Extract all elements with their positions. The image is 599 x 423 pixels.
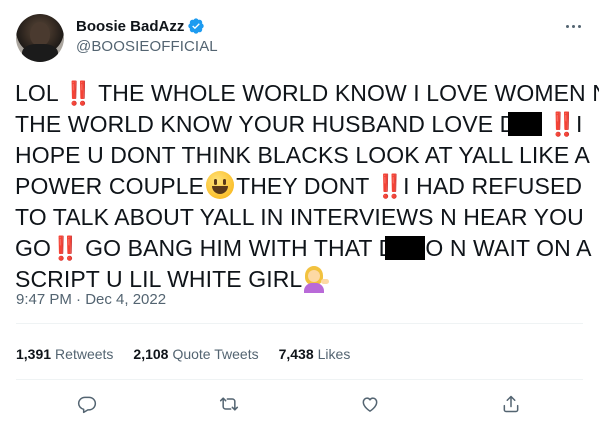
text-segment: THEY DONT	[236, 173, 376, 199]
author-handle[interactable]: @BOOSIEOFFICIAL	[76, 38, 218, 55]
text-segment: THE WORLD KNOW YOUR HUSBAND LOVE D	[15, 111, 517, 137]
likes-stat[interactable]: 7,438 Likes	[279, 346, 351, 362]
tweet-text: LOL ‼️ THE WHOLE WORLD KNOW I LOVE WOMEN…	[15, 78, 599, 295]
tweet-line: HOPE U DONT THINK BLACKS LOOK AT YALL LI…	[15, 140, 593, 171]
verified-badge-icon	[187, 17, 205, 35]
emoji-body	[304, 283, 325, 293]
avatar-face	[30, 22, 50, 46]
likes-label: Likes	[317, 346, 351, 362]
reply-button[interactable]	[73, 390, 101, 418]
tweet-line: LOL ‼️ THE WHOLE WORLD KNOW I LOVE WOMEN…	[15, 78, 599, 109]
quote-tweets-stat[interactable]: 2,108 Quote Tweets	[133, 346, 258, 362]
double-exclamation-emoji: ‼️	[548, 111, 577, 137]
text-segment: SCRIPT U LIL WHITE GIRL	[15, 266, 303, 292]
quotes-label: Quote Tweets	[172, 346, 259, 362]
action-bar	[0, 390, 599, 418]
likes-count: 7,438	[278, 346, 314, 362]
person-tipping-hand-emoji	[302, 265, 330, 293]
share-icon	[503, 395, 519, 413]
text-segment: TO TALK ABOUT YALL IN INTERVIEWS N HEAR …	[15, 204, 584, 230]
retweets-stat[interactable]: 1,391 Retweets	[16, 346, 113, 362]
avatar[interactable]	[16, 14, 64, 62]
double-exclamation-emoji: ‼️	[50, 235, 80, 261]
double-exclamation-emoji: ‼️	[64, 80, 93, 106]
text-segment: THE WHOLE WORLD KNOW I LOVE WOMEN N	[92, 80, 599, 106]
quotes-count: 2,108	[133, 346, 169, 362]
tweet-line: TO TALK ABOUT YALL IN INTERVIEWS N HEAR …	[15, 202, 593, 233]
text-segment: I HAD REFUSED	[403, 173, 583, 199]
redaction-bar	[508, 112, 543, 136]
text-segment: I	[576, 111, 583, 137]
reply-icon	[77, 396, 97, 414]
avatar-shirt	[22, 44, 58, 62]
emoji-hand	[321, 279, 330, 284]
text-segment: GO BANG HIM WITH THAT D	[78, 235, 396, 261]
tweet-line: THE WORLD KNOW YOUR HUSBAND LOVE D ‼️I	[15, 109, 593, 140]
like-icon	[362, 397, 378, 412]
text-segment: POWER COUPLE	[15, 173, 205, 199]
text-segment: O N WAIT ON A	[425, 235, 592, 261]
divider	[16, 379, 583, 380]
text-segment: LOL	[15, 80, 65, 106]
tweet-timestamp[interactable]: 9:47 PM · Dec 4, 2022	[16, 291, 166, 308]
retweet-icon	[219, 397, 239, 411]
more-dot	[571, 24, 575, 28]
more-options-icon[interactable]	[560, 16, 586, 36]
grinning-face-emoji	[206, 171, 235, 199]
text-segment: GO	[15, 235, 51, 261]
more-dot	[565, 24, 569, 28]
retweets-label: Retweets	[55, 346, 114, 362]
divider	[16, 323, 583, 324]
engagement-stats: 1,391 Retweets 2,108 Quote Tweets 7,438 Lik…	[16, 344, 370, 364]
double-exclamation-emoji: ‼️	[375, 173, 405, 199]
text-segment: HOPE U DONT THINK BLACKS LOOK AT YALL LI…	[15, 142, 590, 168]
share-button[interactable]	[497, 390, 525, 418]
like-button[interactable]	[356, 390, 384, 418]
tweet-card: Boosie BadAzz @BOOSIEOFFICIAL LOL ‼️ THE…	[0, 0, 599, 423]
redaction-bar	[385, 236, 426, 260]
tweet-line: GO‼️ GO BANG HIM WITH THAT D O N WAIT ON …	[15, 233, 593, 264]
retweet-button[interactable]	[215, 390, 243, 418]
more-dot	[577, 24, 581, 28]
retweets-count: 1,391	[16, 346, 52, 362]
author-display-name[interactable]: Boosie BadAzz	[76, 18, 184, 35]
author-name-row[interactable]: Boosie BadAzz	[76, 16, 205, 36]
tweet-line: POWER COUPLE THEY DONT ‼️I HAD REFUSED	[15, 171, 593, 202]
